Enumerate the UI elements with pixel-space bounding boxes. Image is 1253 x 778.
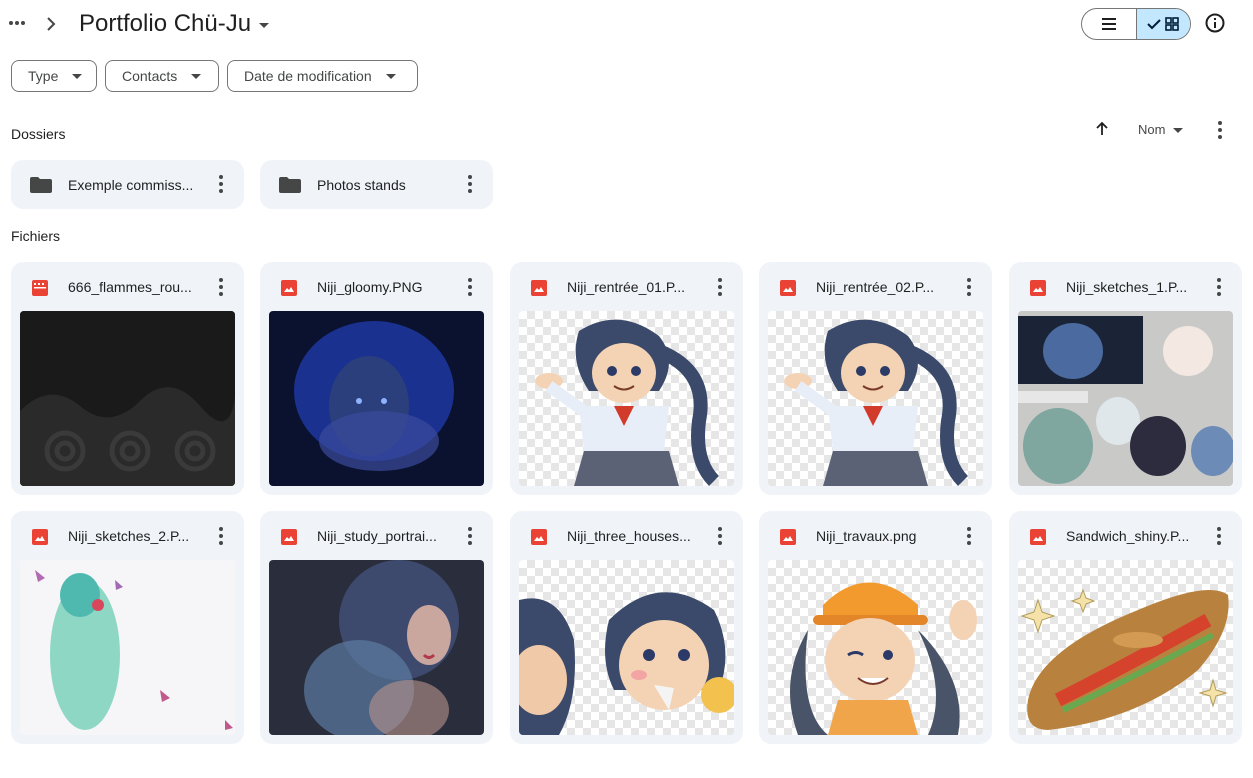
caret-down-icon xyxy=(72,73,83,79)
list-view-button[interactable] xyxy=(1082,9,1136,39)
more-options-icon[interactable] xyxy=(211,526,231,546)
top-bar: Portfolio Chü-Ju xyxy=(0,0,1253,48)
file-card[interactable]: Niji_study_portrai... xyxy=(260,511,493,744)
filter-date-chip[interactable]: Date de modification xyxy=(227,60,418,92)
check-icon xyxy=(1147,19,1162,30)
files-section-label: Fichiers xyxy=(11,228,61,244)
file-card[interactable]: Niji_three_houses... xyxy=(510,511,743,744)
file-thumbnail xyxy=(519,560,734,735)
more-options-icon[interactable] xyxy=(460,526,480,546)
info-icon[interactable] xyxy=(1204,12,1226,34)
page-title: Portfolio Chü-Ju xyxy=(79,10,252,37)
folder-card[interactable]: Photos stands xyxy=(260,160,493,209)
file-card[interactable]: Niji_travaux.png xyxy=(759,511,992,744)
file-card[interactable]: 666_flammes_rou... xyxy=(11,262,244,495)
file-name: Niji_three_houses... xyxy=(567,528,691,544)
more-breadcrumbs-icon[interactable] xyxy=(6,10,28,36)
file-name: Niji_rentrée_01.P... xyxy=(567,279,686,295)
file-card[interactable]: Niji_rentrée_01.P... xyxy=(510,262,743,495)
file-thumbnail xyxy=(20,560,235,735)
file-name: Sandwich_shiny.P... xyxy=(1066,528,1190,544)
chevron-right-icon xyxy=(47,17,56,31)
video-icon xyxy=(32,280,48,296)
list-icon xyxy=(1101,18,1116,30)
file-name: Niji_sketches_1.P... xyxy=(1066,279,1188,295)
folder-icon xyxy=(279,177,301,193)
filter-date-label: Date de modification xyxy=(244,68,372,84)
sort-by-label: Nom xyxy=(1138,122,1166,137)
more-options-icon[interactable] xyxy=(959,526,979,546)
file-card[interactable]: Sandwich_shiny.P... xyxy=(1009,511,1242,744)
image-icon xyxy=(780,529,796,545)
file-thumbnail xyxy=(1018,560,1233,735)
file-name: 666_flammes_rou... xyxy=(68,279,192,295)
file-thumbnail xyxy=(768,311,983,486)
caret-down-icon xyxy=(259,22,270,28)
grid-view-button[interactable] xyxy=(1135,9,1190,39)
sort-direction-icon[interactable] xyxy=(1092,119,1112,139)
file-thumbnail xyxy=(768,560,983,735)
file-name: Niji_gloomy.PNG xyxy=(317,279,423,295)
folder-card[interactable]: Exemple commiss... xyxy=(11,160,244,209)
file-card[interactable]: Niji_gloomy.PNG xyxy=(260,262,493,495)
folders-section-label: Dossiers xyxy=(11,126,66,142)
file-name: Niji_sketches_2.P... xyxy=(68,528,190,544)
more-options-icon[interactable] xyxy=(1209,277,1229,297)
image-icon xyxy=(281,280,297,296)
image-icon xyxy=(531,529,547,545)
filter-type-chip[interactable]: Type xyxy=(11,60,97,92)
image-icon xyxy=(780,280,796,296)
file-card[interactable]: Niji_sketches_2.P... xyxy=(11,511,244,744)
file-thumbnail xyxy=(1018,311,1233,486)
file-thumbnail xyxy=(20,311,235,486)
filter-contacts-chip[interactable]: Contacts xyxy=(105,60,219,92)
file-name: Niji_travaux.png xyxy=(816,528,917,544)
file-thumbnail xyxy=(269,560,484,735)
more-options-icon[interactable] xyxy=(211,174,231,194)
more-options-icon[interactable] xyxy=(1210,120,1230,140)
image-icon xyxy=(1030,529,1046,545)
image-icon xyxy=(1030,280,1046,296)
folder-name: Exemple commiss... xyxy=(68,177,194,193)
image-icon xyxy=(281,529,297,545)
grid-icon xyxy=(1165,17,1180,31)
more-options-icon[interactable] xyxy=(460,277,480,297)
more-options-icon[interactable] xyxy=(460,174,480,194)
file-card[interactable]: Niji_rentrée_02.P... xyxy=(759,262,992,495)
caret-down-icon xyxy=(191,73,202,79)
caret-down-icon xyxy=(385,73,396,79)
filter-type-label: Type xyxy=(28,68,59,84)
folder-icon xyxy=(30,177,52,193)
more-options-icon[interactable] xyxy=(211,277,231,297)
sort-by-dropdown[interactable]: Nom xyxy=(1138,122,1184,137)
more-options-icon[interactable] xyxy=(1209,526,1229,546)
file-card[interactable]: Niji_sketches_1.P... xyxy=(1009,262,1242,495)
file-name: Niji_rentrée_02.P... xyxy=(816,279,935,295)
image-icon xyxy=(32,529,48,545)
view-toggle xyxy=(1081,8,1191,40)
more-options-icon[interactable] xyxy=(959,277,979,297)
more-options-icon[interactable] xyxy=(710,277,730,297)
more-options-icon[interactable] xyxy=(710,526,730,546)
file-thumbnail xyxy=(269,311,484,486)
filter-contacts-label: Contacts xyxy=(122,68,178,84)
file-name: Niji_study_portrai... xyxy=(317,528,437,544)
folder-name: Photos stands xyxy=(317,177,406,193)
file-thumbnail xyxy=(519,311,734,486)
caret-down-icon xyxy=(1173,128,1184,133)
image-icon xyxy=(531,280,547,296)
folder-title-dropdown[interactable]: Portfolio Chü-Ju xyxy=(79,8,270,40)
